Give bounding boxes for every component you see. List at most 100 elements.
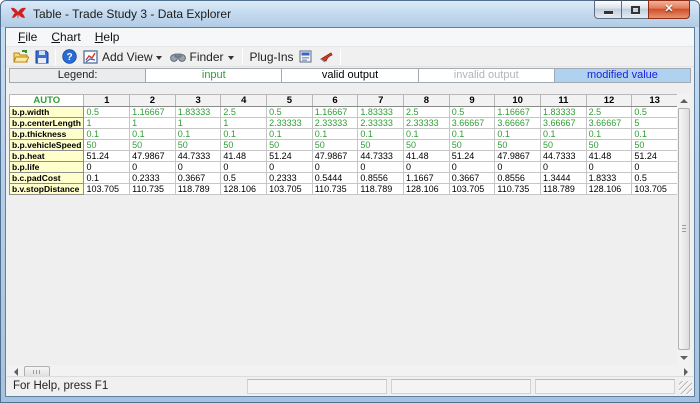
table-cell[interactable]: 51.24	[84, 151, 130, 162]
row-label[interactable]: b.p.heat	[10, 151, 84, 162]
table-cell[interactable]: 110.735	[130, 184, 176, 195]
table-cell[interactable]: 1.83333	[541, 107, 587, 118]
table-cell[interactable]: 1	[84, 118, 130, 129]
row-label[interactable]: b.p.centerLength	[10, 118, 84, 129]
table-cell[interactable]: 2.5	[221, 107, 267, 118]
table-cell[interactable]: 50	[495, 140, 541, 151]
table-cell[interactable]: 50	[358, 140, 404, 151]
row-label[interactable]: b.p.width	[10, 107, 84, 118]
table-cell[interactable]: 50	[541, 140, 587, 151]
table-cell[interactable]: 0.1	[84, 129, 130, 140]
table-cell[interactable]: 3.66667	[495, 118, 541, 129]
table-cell[interactable]: 118.789	[541, 184, 587, 195]
column-header-2[interactable]: 2	[130, 95, 176, 107]
column-header-6[interactable]: 6	[312, 95, 358, 107]
save-button[interactable]	[33, 49, 50, 65]
table-cell[interactable]: 50	[312, 140, 358, 151]
table-cell[interactable]: 0.1	[312, 129, 358, 140]
table-cell[interactable]: 0.5	[632, 173, 678, 184]
table-cell[interactable]: 50	[586, 140, 632, 151]
title-bar[interactable]: Table - Trade Study 3 - Data Explorer ✕	[1, 1, 699, 27]
add-view-dropdown-icon[interactable]	[156, 56, 162, 60]
table-cell[interactable]: 51.24	[267, 151, 313, 162]
table-cell[interactable]: 0.1	[404, 129, 450, 140]
table-cell[interactable]: 0.5	[267, 107, 313, 118]
table-cell[interactable]: 0.1	[221, 129, 267, 140]
table-cell[interactable]: 0	[495, 162, 541, 173]
open-file-button[interactable]	[12, 49, 29, 65]
table-cell[interactable]: 0	[586, 162, 632, 173]
table-cell[interactable]: 0	[404, 162, 450, 173]
table-cell[interactable]: 118.789	[175, 184, 221, 195]
table-cell[interactable]: 44.7333	[541, 151, 587, 162]
maximize-button[interactable]	[621, 0, 648, 19]
vertical-scrollbar[interactable]	[677, 94, 691, 365]
table-cell[interactable]: 5	[632, 118, 678, 129]
table-cell[interactable]: 50	[84, 140, 130, 151]
table-cell[interactable]: 0.1	[541, 129, 587, 140]
table-cell[interactable]: 51.24	[449, 151, 495, 162]
row-label[interactable]: b.p.thickness	[10, 129, 84, 140]
menu-file[interactable]: File	[11, 29, 44, 45]
table-cell[interactable]: 128.106	[404, 184, 450, 195]
column-header-11[interactable]: 11	[541, 95, 587, 107]
table-cell[interactable]: 0	[632, 162, 678, 173]
plugin-flag-button[interactable]	[318, 49, 335, 65]
column-header-13[interactable]: 13	[632, 95, 678, 107]
table-cell[interactable]: 47.9867	[130, 151, 176, 162]
table-cell[interactable]: 3.66667	[541, 118, 587, 129]
table-cell[interactable]: 50	[175, 140, 221, 151]
table-cell[interactable]: 2.33333	[267, 118, 313, 129]
table-cell[interactable]: 110.735	[312, 184, 358, 195]
table-cell[interactable]: 50	[130, 140, 176, 151]
table-cell[interactable]: 41.48	[404, 151, 450, 162]
table-cell[interactable]: 0.8556	[358, 173, 404, 184]
row-label[interactable]: b.p.vehicleSpeed	[10, 140, 84, 151]
table-cell[interactable]: 0.1	[358, 129, 404, 140]
table-cell[interactable]: 0.1	[586, 129, 632, 140]
table-cell[interactable]: 1	[175, 118, 221, 129]
resize-grip-icon[interactable]	[679, 381, 692, 394]
close-button[interactable]: ✕	[648, 0, 690, 19]
table-cell[interactable]: 103.705	[84, 184, 130, 195]
table-cell[interactable]: 1.1667	[404, 173, 450, 184]
table-cell[interactable]: 0	[84, 162, 130, 173]
table-cell[interactable]: 47.9867	[495, 151, 541, 162]
table-cell[interactable]: 50	[449, 140, 495, 151]
table-cell[interactable]: 0.1	[84, 173, 130, 184]
table-cell[interactable]: 50	[267, 140, 313, 151]
column-header-auto[interactable]: AUTO	[10, 95, 84, 107]
column-header-5[interactable]: 5	[267, 95, 313, 107]
table-cell[interactable]: 0	[130, 162, 176, 173]
table-cell[interactable]: 0.5444	[312, 173, 358, 184]
scroll-down-button[interactable]	[677, 351, 691, 365]
table-cell[interactable]: 1.16667	[495, 107, 541, 118]
table-cell[interactable]: 118.789	[358, 184, 404, 195]
column-header-10[interactable]: 10	[495, 95, 541, 107]
table-cell[interactable]: 1.16667	[312, 107, 358, 118]
table-cell[interactable]: 0	[267, 162, 313, 173]
table-cell[interactable]: 0.5	[221, 173, 267, 184]
table-cell[interactable]: 50	[221, 140, 267, 151]
table-cell[interactable]: 0.5	[449, 107, 495, 118]
table-cell[interactable]: 1	[221, 118, 267, 129]
column-header-4[interactable]: 4	[221, 95, 267, 107]
table-cell[interactable]: 0.1	[495, 129, 541, 140]
table-cell[interactable]: 0	[541, 162, 587, 173]
table-cell[interactable]: 2.33333	[358, 118, 404, 129]
table-cell[interactable]: 103.705	[449, 184, 495, 195]
table-cell[interactable]: 3.66667	[586, 118, 632, 129]
table-cell[interactable]: 0	[175, 162, 221, 173]
table-cell[interactable]: 51.24	[632, 151, 678, 162]
table-cell[interactable]: 0.3667	[175, 173, 221, 184]
table-cell[interactable]: 0.2333	[130, 173, 176, 184]
add-view-button[interactable]: Add View	[101, 50, 153, 64]
column-header-12[interactable]: 12	[586, 95, 632, 107]
table-cell[interactable]: 110.735	[495, 184, 541, 195]
row-label[interactable]: b.p.life	[10, 162, 84, 173]
table-cell[interactable]: 1	[130, 118, 176, 129]
table-cell[interactable]: 44.7333	[175, 151, 221, 162]
table-cell[interactable]: 1.3444	[541, 173, 587, 184]
table-cell[interactable]: 0.3667	[449, 173, 495, 184]
table-cell[interactable]: 1.83333	[358, 107, 404, 118]
